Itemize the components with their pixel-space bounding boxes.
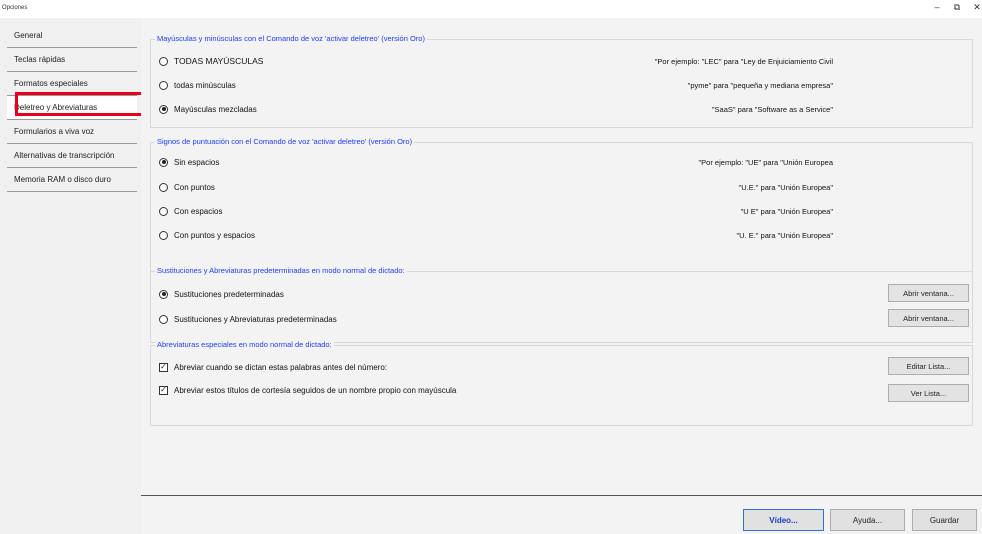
punctuation-group-legend: Signos de puntuación con el Comando de v…: [155, 137, 415, 146]
close-icon[interactable]: ✕: [970, 2, 982, 13]
open-window-button[interactable]: Abrir ventana...: [888, 284, 969, 302]
option-label: Sin espacios: [174, 157, 220, 167]
option-example: "U.E." para "Unión Europea": [738, 182, 833, 192]
subs-option-default[interactable]: Sustituciones predeterminadas: [159, 287, 964, 301]
option-example: "Por ejemplo: "UE" para "Unión Europea: [698, 157, 833, 167]
radio-button[interactable]: [159, 56, 168, 66]
sidebar-item-alternativas[interactable]: Alternativas de transcripción: [7, 144, 137, 168]
option-label: Sustituciones predeterminadas: [174, 289, 284, 299]
punct-option-dots-spaces[interactable]: Con puntos y espacios "U. E." para "Unió…: [159, 228, 964, 242]
option-example: "Por ejemplo: "LEC" para "Ley de Enjuici…: [654, 56, 833, 66]
option-label: Con puntos y espacios: [174, 230, 255, 240]
option-label: Mayúsculas mezcladas: [174, 104, 257, 114]
caps-option-mixed[interactable]: Mayúsculas mezcladas "SaaS" para "Softwa…: [159, 102, 964, 116]
option-example: "SaaS" para "Software as a Service": [711, 104, 833, 114]
subs-option-default-abbr[interactable]: Sustituciones y Abreviaturas predetermin…: [159, 312, 964, 326]
option-label: TODAS MAYÚSCULAS: [174, 56, 264, 66]
caps-group: Mayúsculas y minúsculas con el Comando d…: [150, 34, 973, 128]
radio-button-selected[interactable]: [159, 157, 168, 167]
open-window-button[interactable]: Abrir ventana...: [888, 309, 969, 327]
punct-option-spaces[interactable]: Con espacios "U E" para "Unión Europea": [159, 204, 964, 218]
footer-divider: [141, 495, 982, 496]
restore-icon[interactable]: ⧉: [950, 2, 964, 13]
option-label: Con puntos: [174, 182, 215, 192]
edit-list-button[interactable]: Editar Lista...: [888, 357, 969, 375]
option-example: "pyme" para "pequeña y mediana empresa": [687, 80, 833, 90]
save-button[interactable]: Guardar: [912, 509, 977, 531]
punct-option-dots[interactable]: Con puntos "U.E." para "Unión Europea": [159, 180, 964, 194]
option-label: todas minúsculas: [174, 80, 236, 90]
view-list-button[interactable]: Ver Lista...: [888, 384, 969, 402]
abbr-option-courtesy-titles[interactable]: ✓ Abreviar estos títulos de cortesía seg…: [159, 383, 964, 397]
option-label: Abreviar estos títulos de cortesía segui…: [174, 385, 457, 395]
radio-button-selected[interactable]: [159, 104, 168, 114]
options-panel: Mayúsculas y minúsculas con el Comando d…: [141, 18, 982, 534]
radio-button[interactable]: [159, 80, 168, 90]
sidebar-item-label: Alternativas de transcripción: [14, 151, 115, 160]
option-example: "U E" para "Unión Europea": [740, 206, 833, 216]
radio-button[interactable]: [159, 314, 168, 324]
radio-button[interactable]: [159, 230, 168, 240]
punct-option-no-spaces[interactable]: Sin espacios "Por ejemplo: "UE" para "Un…: [159, 155, 964, 169]
substitutions-group: Sustituciones y Abreviaturas predetermin…: [150, 266, 973, 343]
sidebar-item-label: Teclas rápidas: [14, 55, 66, 64]
sidebar-item-general[interactable]: General: [7, 24, 137, 48]
minimize-icon[interactable]: –: [930, 2, 944, 12]
selection-highlight-box: [15, 92, 145, 116]
checkbox-checked[interactable]: ✓: [159, 362, 168, 372]
radio-button[interactable]: [159, 206, 168, 216]
sidebar-item-label: Formatos especiales: [14, 79, 88, 88]
caps-option-all-lower[interactable]: todas minúsculas "pyme" para "pequeña y …: [159, 78, 964, 92]
video-button[interactable]: Vídeo...: [743, 509, 824, 531]
window-title: Opciones: [2, 5, 28, 11]
sidebar-item-label: Memoria RAM o disco duro: [14, 175, 111, 184]
option-label: Sustituciones y Abreviaturas predetermin…: [174, 314, 337, 324]
sidebar-item-label: General: [14, 31, 43, 40]
option-example: "U. E." para "Unión Europea": [736, 230, 833, 240]
abbr-option-numbers[interactable]: ✓ Abreviar cuando se dictan estas palabr…: [159, 360, 964, 374]
substitutions-group-legend: Sustituciones y Abreviaturas predetermin…: [155, 266, 407, 275]
sidebar-item-memoria[interactable]: Memoria RAM o disco duro: [7, 168, 137, 192]
caps-group-legend: Mayúsculas y minúsculas con el Comando d…: [155, 34, 427, 43]
checkbox-checked[interactable]: ✓: [159, 385, 168, 395]
special-abbreviations-group: Abreviaturas especiales en modo normal d…: [150, 340, 973, 426]
sidebar-item-formularios[interactable]: Formularios a viva voz: [7, 120, 137, 144]
title-bar: Opciones – ⧉ ✕: [0, 0, 982, 18]
special-abbreviations-group-legend: Abreviaturas especiales en modo normal d…: [155, 340, 334, 349]
sidebar-item-teclas-rapidas[interactable]: Teclas rápidas: [7, 48, 137, 72]
punctuation-group: Signos de puntuación con el Comando de v…: [150, 137, 973, 272]
option-label: Abreviar cuando se dictan estas palabras…: [174, 362, 388, 372]
help-button[interactable]: Ayuda...: [830, 509, 905, 531]
sidebar-item-label: Formularios a viva voz: [14, 127, 95, 136]
caps-option-all-upper[interactable]: TODAS MAYÚSCULAS "Por ejemplo: "LEC" par…: [159, 54, 964, 68]
radio-button-selected[interactable]: [159, 289, 168, 299]
option-label: Con espacios: [174, 206, 223, 216]
radio-button[interactable]: [159, 182, 168, 192]
